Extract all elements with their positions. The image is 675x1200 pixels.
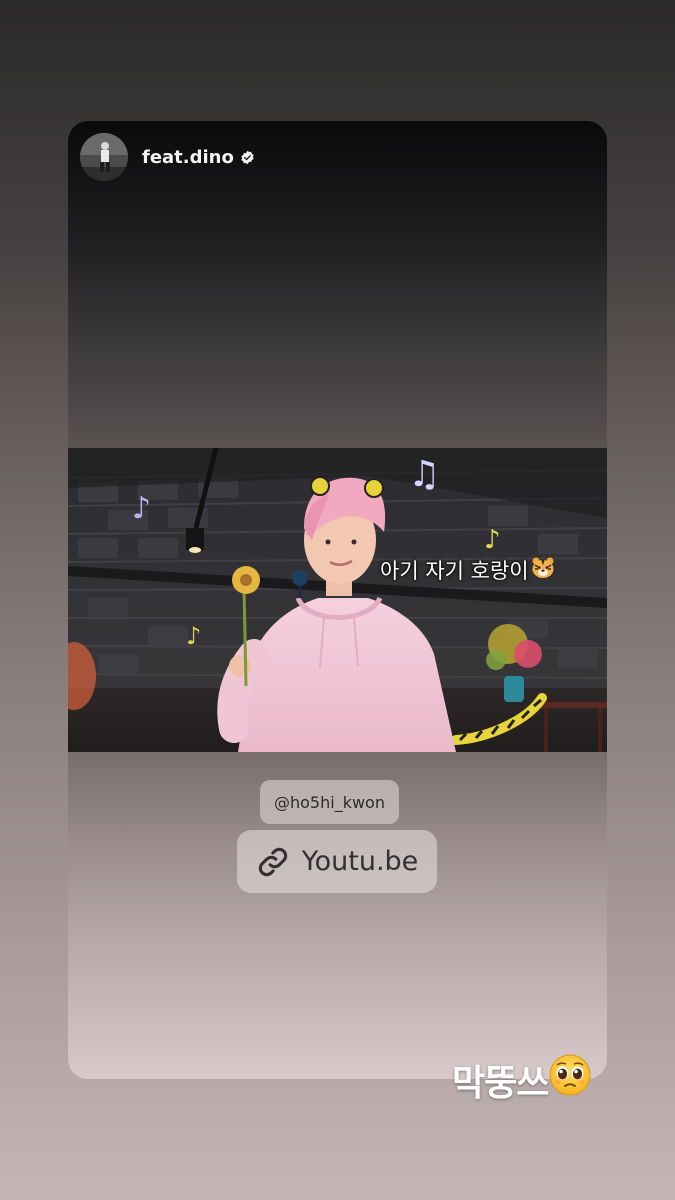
- username[interactable]: feat.dino: [142, 147, 255, 168]
- avatar[interactable]: [80, 133, 128, 181]
- story-text: 막뚱쓰: [452, 1062, 549, 1104]
- username-text: feat.dino: [142, 146, 234, 168]
- tiger-face-icon: [531, 557, 555, 584]
- video-caption-text: 아기 자기 호랑이: [380, 559, 529, 583]
- mention-text: @ho5hi_kwon: [274, 792, 385, 812]
- svg-text:♪: ♪: [186, 622, 201, 650]
- svg-text:♫: ♫: [408, 454, 440, 495]
- post-header[interactable]: feat.dino: [80, 133, 255, 181]
- link-sticker[interactable]: Youtu.be: [237, 830, 437, 893]
- video-thumbnail[interactable]: ♪ ♫ ♪ ♪: [68, 448, 607, 752]
- link-icon: [256, 845, 290, 879]
- svg-text:♪: ♪: [484, 525, 501, 555]
- svg-text:♪: ♪: [132, 491, 151, 526]
- pleading-face-icon: [548, 1053, 592, 1106]
- story-text-sticker: 막뚱쓰: [452, 1053, 592, 1106]
- video-caption: 아기 자기 호랑이: [380, 555, 555, 585]
- mention-sticker[interactable]: @ho5hi_kwon: [260, 780, 399, 824]
- verified-badge-icon: [240, 150, 255, 165]
- link-label: Youtu.be: [301, 846, 419, 877]
- story-background: feat.dino ♪ ♫ ♪ ♪ 아기 자기 호랑이 @ho5hi_kwon …: [0, 0, 675, 1200]
- shared-post-card[interactable]: feat.dino ♪ ♫ ♪ ♪ 아기 자기 호랑이 @ho5hi_kwon …: [68, 121, 607, 1079]
